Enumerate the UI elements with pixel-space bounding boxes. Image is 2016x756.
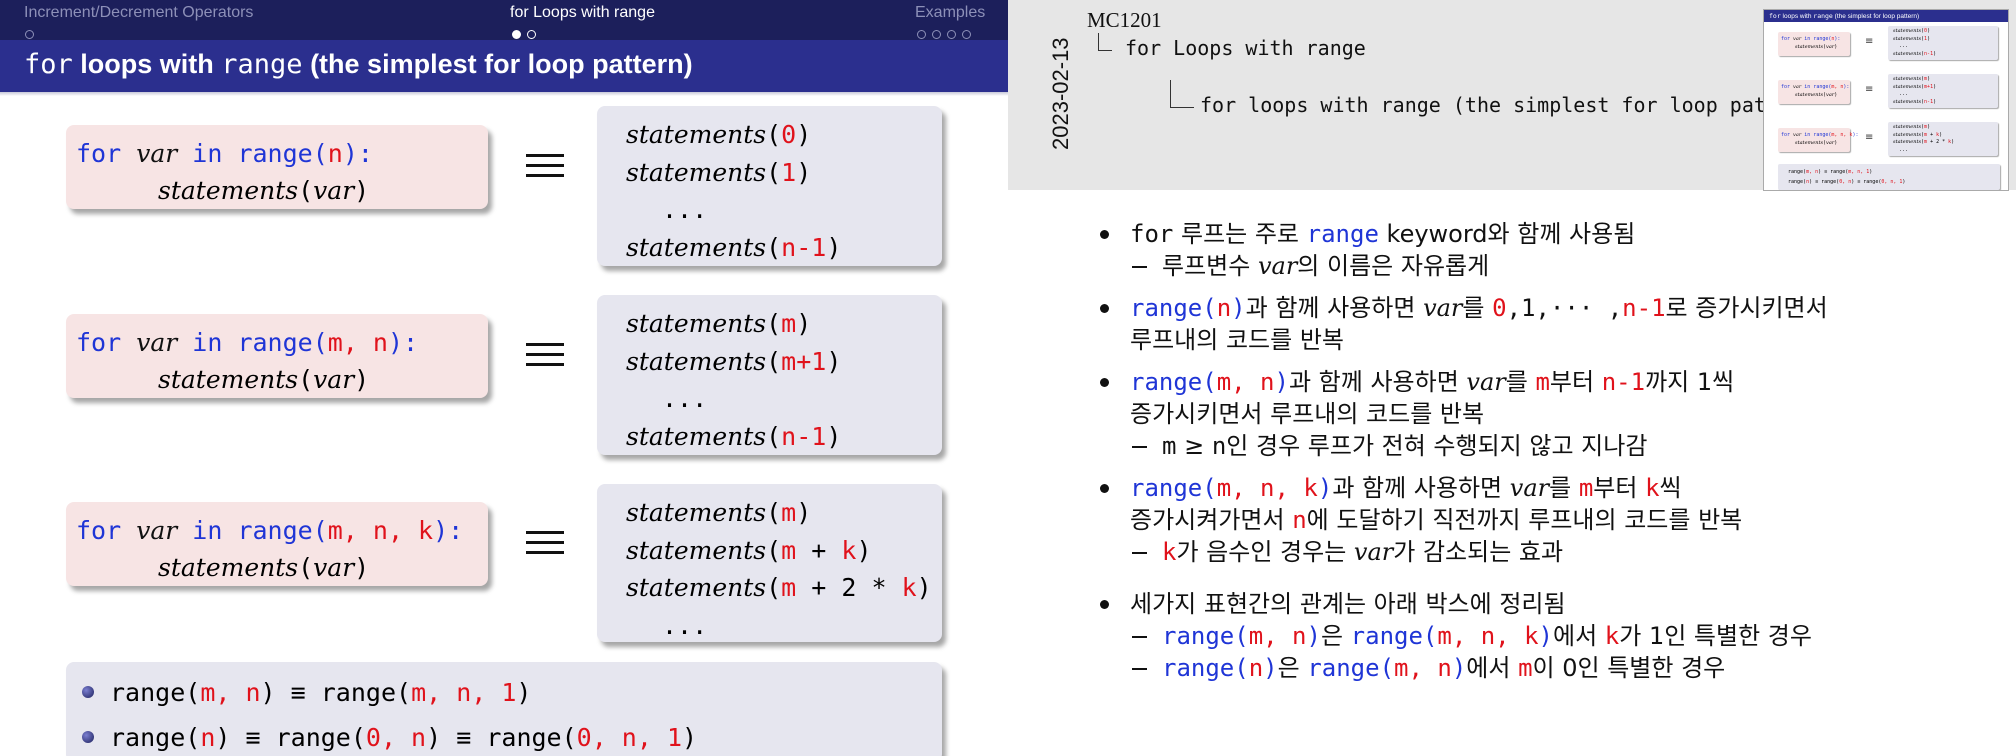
note-subitem: k가 음수인 경우는 var가 감소되는 효과: [1100, 536, 1828, 568]
note-subitem: range(m, n)은 range(m, n, k)에서 k가 1인 특별한 …: [1100, 620, 1828, 652]
notes-page: 2023-02-13 MC1201 for Loops with range f…: [1008, 0, 2016, 756]
loop-code-box-range-n: for var in range(n): statements(var): [66, 125, 488, 209]
loop-code-box-range-m-n-k: for var in range(m, n, k): statements(va…: [66, 502, 488, 586]
nav-section-for-loops[interactable]: for Loops with range: [510, 4, 655, 22]
equivalence-symbol: [526, 531, 568, 561]
course-code: MC1201: [1087, 8, 1162, 32]
nav-frame-dot-current[interactable]: [512, 30, 521, 39]
note-item: 세가지 표현간의 관계는 아래 박스에 정리됨: [1100, 588, 1828, 620]
note-item: range(m, n)과 함께 사용하면 var를 m부터 n-1까지 1씩 증가…: [1100, 366, 1828, 430]
nav-frame-dot[interactable]: [25, 30, 34, 39]
nav-section-examples[interactable]: Examples: [915, 4, 985, 22]
range-equivalence-box: range(m, n) ≡ range(m, n, 1) range(n) ≡ …: [66, 662, 942, 756]
nav-frame-dot[interactable]: [527, 30, 537, 39]
expansion-box-range-m-n: statements(m) statements(m+1) ... statem…: [597, 295, 942, 455]
notes-section-title: for Loops with range: [1125, 36, 1366, 60]
note-subitem: 루프변수 var의 이름은 자유롭게: [1100, 250, 1828, 282]
loop-header: for var in range(m, n):: [76, 328, 419, 357]
slide: Increment/Decrement Operators for Loops …: [0, 0, 1008, 756]
expansion-box-range-m-n-k: statements(m) statements(m + k) statemen…: [597, 484, 942, 642]
frame-title-bar: for loops with range (the simplest for l…: [0, 40, 1008, 92]
loop-header: for var in range(n):: [76, 139, 373, 168]
equivalence-symbol: [526, 343, 568, 373]
loop-body: statements(var): [158, 365, 370, 394]
equivalence-item: range(n) ≡ range(0, n) ≡ range(0, n, 1): [82, 715, 942, 756]
note-item: range(m, n, k)과 함께 사용하면 var를 m부터 k씩 증가시켜가…: [1100, 472, 1828, 536]
loop-body: statements(var): [158, 553, 370, 582]
nav-frame-dot[interactable]: [962, 30, 972, 39]
equivalence-symbol: [526, 154, 568, 184]
expansion-box-range-n: statements(0) statements(1) ... statemen…: [597, 106, 942, 266]
notes-header: 2023-02-13 MC1201 for Loops with range f…: [1008, 0, 2016, 191]
nav-section-increment[interactable]: Increment/Decrement Operators: [24, 4, 253, 22]
nav-frame-dot[interactable]: [947, 30, 957, 39]
slide-thumbnail[interactable]: for loops with range (the simplest for l…: [1763, 9, 2009, 191]
note-item: for 루프는 주로 range keyword와 함께 사용됨: [1100, 218, 1828, 250]
loop-code-box-range-m-n: for var in range(m, n): statements(var): [66, 314, 488, 398]
nav-bar: Increment/Decrement Operators for Loops …: [0, 0, 1008, 40]
nav-frame-dot[interactable]: [917, 30, 926, 39]
loop-body: statements(var): [158, 176, 370, 205]
thumbnail-title: for loops with range (the simplest for l…: [1764, 10, 2008, 22]
notes-bullet-list: for 루프는 주로 range keyword와 함께 사용됨 루프변수 va…: [1100, 218, 1828, 684]
notes-date: 2023-02-13: [1048, 37, 1073, 150]
note-subitem: range(n)은 range(m, n)에서 m이 0인 특별한 경우: [1100, 652, 1828, 684]
nav-frame-dot[interactable]: [932, 30, 942, 39]
frame-title: for loops with range (the simplest for l…: [24, 49, 693, 80]
loop-header: for var in range(m, n, k):: [76, 516, 464, 545]
note-subitem: m ≥ n인 경우 루프가 전혀 수행되지 않고 지나감: [1100, 430, 1828, 462]
notes-subsection-title: for loops with range (the simplest for l…: [1200, 93, 1827, 117]
note-item: range(n)과 함께 사용하면 var를 0,1,··· ,n-1로 증가시…: [1100, 292, 1828, 356]
equivalence-item: range(m, n) ≡ range(m, n, 1): [82, 670, 942, 715]
